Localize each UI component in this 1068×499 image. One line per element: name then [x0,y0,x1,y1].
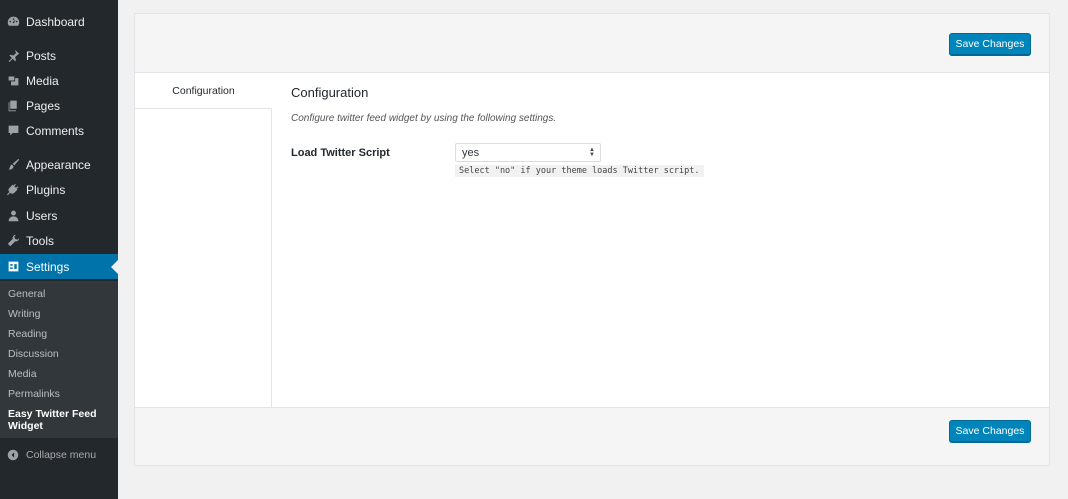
panel-header: Save Changes [135,14,1049,73]
sidebar-item-comments[interactable]: Comments [0,118,118,143]
sidebar-item-dashboard[interactable]: Dashboard [0,9,118,34]
settings-panel: Save Changes Configuration Configuration… [134,13,1050,466]
submenu-item-media[interactable]: Media [8,368,37,380]
sidebar-item-users[interactable]: Users [0,203,118,228]
sidebar-item-label: Users [26,208,58,223]
sidebar-item-label: Comments [26,123,85,138]
submenu-item-discussion[interactable]: Discussion [8,348,59,360]
load-twitter-script-select[interactable]: yes ▲ ▼ [455,143,601,162]
sidebar-item-tools[interactable]: Tools [0,228,118,253]
sidebar-item-appearance[interactable]: Appearance [0,152,118,177]
user-icon [0,209,26,222]
sidebar-item-posts[interactable]: Posts [0,43,118,68]
plug-icon [0,183,26,196]
sidebar-item-label: Plugins [26,182,66,197]
admin-sidebar: Dashboard Posts Media Pages Comments App… [0,0,118,499]
submenu-item-easy-twitter-feed-widget[interactable]: Easy Twitter Feed Widget [8,408,108,432]
sidebar-item-label: Appearance [26,157,91,172]
select-value: yes [462,146,480,159]
pin-icon [0,49,26,62]
sidebar-item-plugins[interactable]: Plugins [0,177,118,202]
field-hint: Select "no" if your theme loads Twitter … [455,165,704,177]
tab-configuration[interactable]: Configuration [135,73,272,109]
select-arrows-icon: ▲ ▼ [589,146,595,158]
section-description: Configure twitter feed widget by using t… [291,113,557,124]
collapse-menu-label: Collapse menu [26,449,97,461]
collapse-arrow-icon [0,449,26,461]
comment-icon [0,124,26,137]
panel-footer: Save Changes [135,407,1049,465]
settings-icon [0,260,26,273]
tabs-column: Configuration [135,73,272,407]
brush-icon [0,158,26,171]
section-title: Configuration [291,85,369,100]
submenu-item-writing[interactable]: Writing [8,308,40,320]
submenu-item-general[interactable]: General [8,288,45,300]
media-icon [0,74,26,87]
save-changes-button-bottom[interactable]: Save Changes [949,420,1031,442]
wrench-icon [0,234,26,247]
pages-icon [0,99,26,112]
save-changes-button-top[interactable]: Save Changes [949,33,1031,55]
sidebar-item-label: Media [26,73,59,88]
sidebar-item-label: Posts [26,48,57,63]
load-twitter-script-label: Load Twitter Script [291,147,390,159]
sidebar-item-label: Settings [26,259,70,274]
dashboard-icon [0,15,26,28]
submenu-item-reading[interactable]: Reading [8,328,47,340]
sidebar-item-pages[interactable]: Pages [0,93,118,118]
collapse-menu-button[interactable]: Collapse menu [0,446,118,464]
settings-submenu: General Writing Reading Discussion Media… [0,281,118,438]
sidebar-item-settings[interactable]: Settings [0,254,118,279]
submenu-item-permalinks[interactable]: Permalinks [8,388,60,400]
sidebar-item-label: Tools [26,233,55,248]
sidebar-item-label: Dashboard [26,14,85,29]
sidebar-item-media[interactable]: Media [0,68,118,93]
sidebar-item-label: Pages [26,98,61,113]
